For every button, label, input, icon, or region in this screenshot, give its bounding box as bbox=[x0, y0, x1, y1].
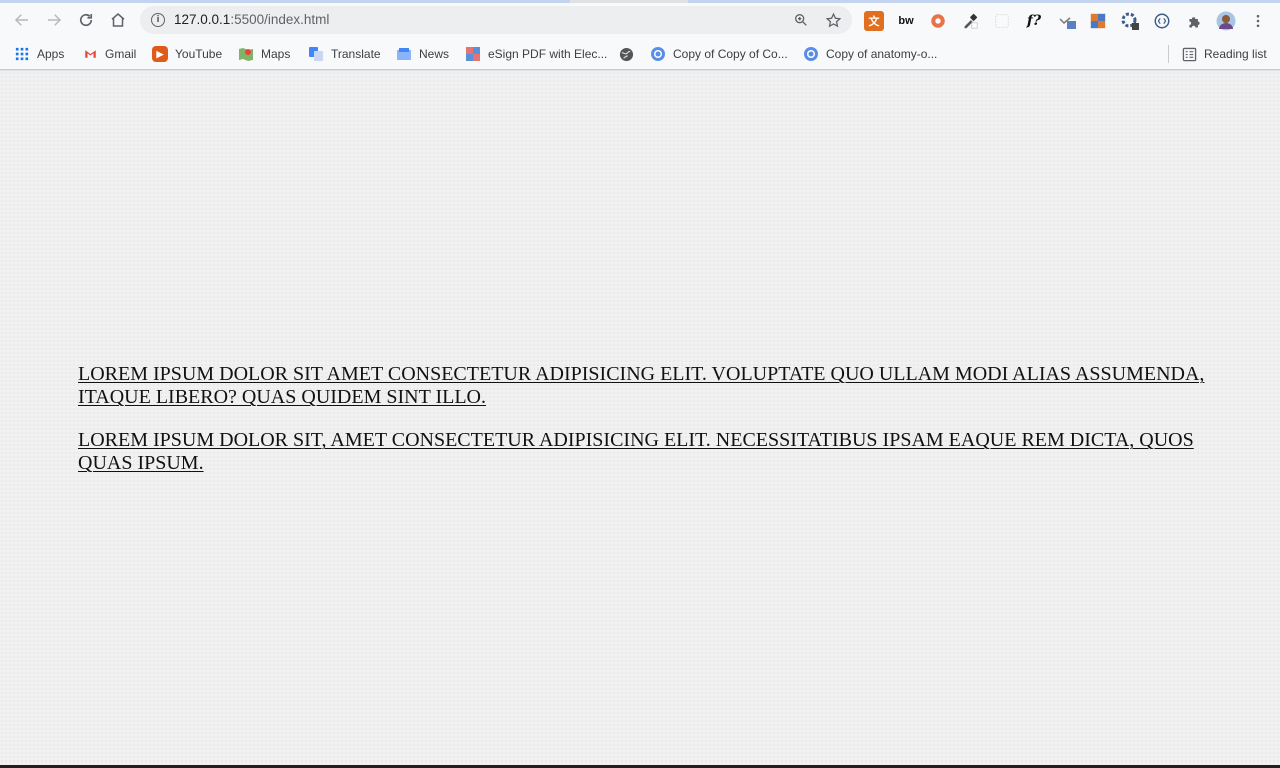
browser-chrome: i 127.0.0.1:5500/index.html 文 bw f? Apps… bbox=[0, 0, 1280, 71]
code-ext-icon[interactable] bbox=[1152, 11, 1172, 31]
reading-list-button[interactable]: Reading list bbox=[1181, 44, 1267, 64]
bookmark-youtube[interactable]: ▶ YouTube bbox=[152, 44, 222, 64]
reading-list-icon bbox=[1181, 46, 1197, 62]
bookmark-label: News bbox=[419, 47, 450, 61]
home-icon[interactable] bbox=[106, 8, 130, 32]
paragraph-2: Lorem ipsum dolor sit, amet consectetur … bbox=[78, 429, 1194, 474]
eyedropper-ext-icon[interactable] bbox=[960, 11, 980, 31]
bookmark-star-icon[interactable] bbox=[824, 11, 842, 29]
chrome-doc-icon bbox=[803, 46, 819, 62]
news-icon bbox=[396, 46, 412, 62]
bookmark-label: Copy of anatomy-o... bbox=[826, 47, 938, 61]
gmail-icon bbox=[82, 46, 98, 62]
bookmark-news[interactable]: News bbox=[396, 44, 449, 64]
settings-ext-icon[interactable] bbox=[1120, 11, 1140, 31]
bookmark-maps[interactable]: Maps bbox=[238, 44, 290, 64]
translate-ext-icon[interactable]: 文 bbox=[864, 11, 884, 31]
font-ext-icon[interactable]: f? bbox=[1024, 11, 1044, 31]
bookmark-copy-1[interactable]: Copy of Copy of Co... bbox=[650, 44, 788, 64]
bookmark-label: Copy of Copy of Co... bbox=[673, 47, 788, 61]
translate-icon bbox=[308, 46, 324, 62]
bookmark-globe[interactable] bbox=[618, 44, 634, 64]
bookmark-label: Maps bbox=[261, 47, 291, 61]
bookmarks-divider bbox=[1168, 45, 1169, 63]
bookmark-gmail[interactable]: Gmail bbox=[82, 44, 136, 64]
bookmark-label: Translate bbox=[331, 47, 381, 61]
youtube-icon: ▶ bbox=[152, 46, 168, 62]
esign-icon bbox=[465, 46, 481, 62]
globe-icon bbox=[618, 46, 634, 62]
chrome-doc-icon bbox=[650, 46, 666, 62]
paragraph-1: Lorem ipsum dolor sit amet consectetur a… bbox=[78, 363, 1205, 408]
browser-toolbar: i 127.0.0.1:5500/index.html 文 bw f? bbox=[0, 3, 1280, 37]
circle-ext-icon[interactable] bbox=[928, 11, 948, 31]
apps-grid-icon bbox=[14, 46, 30, 62]
bw-ext-icon[interactable]: bw bbox=[896, 11, 916, 31]
url-host: 127.0.0.1 bbox=[174, 12, 231, 27]
maps-icon bbox=[238, 46, 254, 62]
reading-list-label: Reading list bbox=[1204, 47, 1267, 61]
page-content: Lorem ipsum dolor sit amet consectetur a… bbox=[78, 363, 1208, 495]
bookmarks-bar: Apps Gmail ▶ YouTube Maps Translate News… bbox=[0, 37, 1280, 70]
url-text[interactable]: 127.0.0.1:5500/index.html bbox=[174, 12, 329, 27]
bookmark-label: Apps bbox=[37, 47, 65, 61]
reload-icon[interactable] bbox=[74, 8, 98, 32]
bookmark-label: Gmail bbox=[105, 47, 137, 61]
grid-ext-icon[interactable] bbox=[1088, 11, 1108, 31]
bookmark-label: YouTube bbox=[175, 47, 223, 61]
url-path: :5500/index.html bbox=[230, 12, 330, 27]
site-info-icon[interactable]: i bbox=[151, 13, 165, 27]
puzzle-icon[interactable] bbox=[1184, 11, 1204, 31]
address-bar[interactable]: i 127.0.0.1:5500/index.html bbox=[140, 6, 852, 34]
avatar[interactable] bbox=[1216, 11, 1236, 31]
forward-icon[interactable] bbox=[42, 8, 66, 32]
more-menu-icon[interactable] bbox=[1248, 11, 1268, 31]
bookmark-translate[interactable]: Translate bbox=[308, 44, 381, 64]
bookmark-esign[interactable]: eSign PDF with Elec... bbox=[465, 44, 607, 64]
blank-ext-icon[interactable] bbox=[992, 11, 1012, 31]
back-icon[interactable] bbox=[10, 8, 34, 32]
page-viewport: Lorem ipsum dolor sit amet consectetur a… bbox=[0, 71, 1280, 767]
bookmark-label: eSign PDF with Elec... bbox=[488, 47, 608, 61]
bookmark-apps[interactable]: Apps bbox=[14, 44, 64, 64]
bookmark-copy-2[interactable]: Copy of anatomy-o... bbox=[803, 44, 937, 64]
screenshot-ext-icon[interactable] bbox=[1058, 11, 1078, 31]
zoom-icon[interactable] bbox=[792, 11, 810, 29]
